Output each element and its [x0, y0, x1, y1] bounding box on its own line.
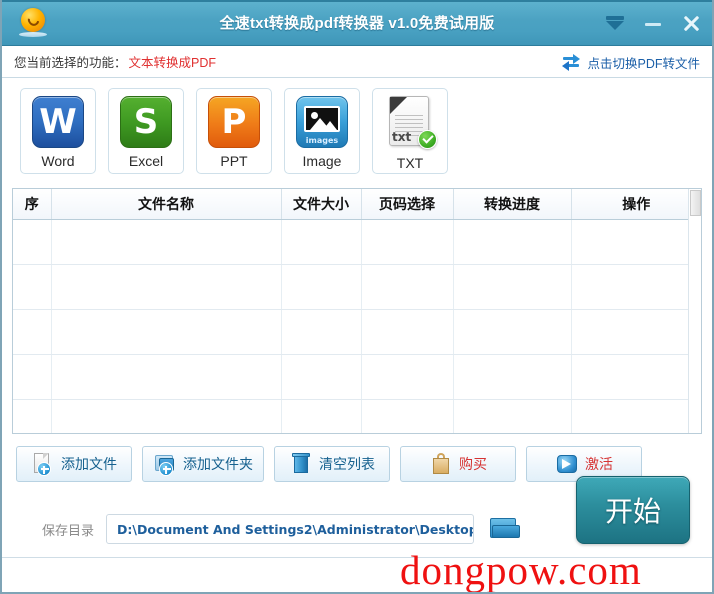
close-icon[interactable] — [680, 12, 702, 34]
format-label-excel: Excel — [128, 153, 164, 169]
app-orb-logo-icon — [16, 6, 50, 40]
activate-label: 激活 — [585, 457, 613, 473]
folder-plus-icon — [153, 452, 177, 476]
file-list-table[interactable]: 序 文件名称 文件大小 页码选择 转换进度 操作 — [12, 188, 702, 434]
format-button-txt[interactable]: txt TXT — [372, 88, 448, 174]
table-body — [13, 219, 701, 433]
file-plus-icon — [31, 452, 55, 476]
column-header-progress[interactable]: 转换进度 — [453, 189, 572, 220]
format-button-image[interactable]: images Image — [284, 88, 360, 174]
format-button-excel[interactable]: S Excel — [108, 88, 184, 174]
column-header-index[interactable]: 序 — [13, 189, 52, 220]
bottom-divider — [2, 557, 712, 558]
column-header-pages[interactable]: 页码选择 — [361, 189, 454, 220]
action-button-bar: 添加文件 添加文件夹 清空列表 购买 激活 — [2, 434, 712, 482]
add-folder-label: 添加文件夹 — [183, 457, 253, 473]
purchase-label: 购买 — [459, 457, 487, 473]
table-row[interactable] — [13, 264, 701, 310]
shopping-bag-icon — [429, 452, 453, 476]
format-label-txt: TXT — [396, 155, 424, 171]
word-icon: W — [32, 96, 84, 148]
clear-list-button[interactable]: 清空列表 — [274, 446, 390, 482]
image-icon-sublabel: images — [305, 136, 339, 145]
table-row[interactable] — [13, 354, 701, 400]
title-bar[interactable]: 全速txt转换成pdf转换器 v1.0免费试用版 — [2, 0, 712, 46]
switch-mode-link[interactable]: 点击切换PDF转文件 — [561, 46, 700, 78]
trash-icon — [289, 452, 313, 476]
format-button-word[interactable]: W Word — [20, 88, 96, 174]
window-controls — [604, 0, 702, 46]
application-window: 全速txt转换成pdf转换器 v1.0免费试用版 您当前选择的功能： 文本转换成… — [0, 0, 714, 594]
table-row[interactable] — [13, 399, 701, 433]
table-row[interactable] — [13, 219, 701, 265]
current-function-value: 文本转换成PDF — [128, 56, 217, 70]
save-directory-label: 保存目录 — [42, 522, 95, 538]
column-header-action[interactable]: 操作 — [571, 189, 701, 220]
table-header-row: 序 文件名称 文件大小 页码选择 转换进度 操作 — [13, 189, 701, 220]
excel-icon: S — [120, 96, 172, 148]
start-button[interactable]: 开始 — [576, 476, 690, 544]
table-vertical-scrollbar[interactable] — [688, 189, 701, 433]
add-folder-button[interactable]: 添加文件夹 — [142, 446, 264, 482]
scrollbar-thumb[interactable] — [690, 190, 701, 216]
folder-open-icon[interactable] — [488, 514, 522, 544]
current-function-label: 您当前选择的功能： — [14, 56, 127, 70]
txt-icon: txt — [385, 96, 437, 150]
format-label-word: Word — [41, 153, 75, 169]
save-directory-input[interactable]: D:\Document And Settings2\Administrator\… — [106, 514, 475, 544]
txt-icon-sublabel: txt — [392, 130, 412, 144]
format-selector: W Word S Excel P PPT images Image txt TX… — [2, 78, 712, 182]
purchase-button[interactable]: 购买 — [400, 446, 516, 482]
swap-arrows-icon — [561, 54, 581, 71]
function-subheader: 您当前选择的功能： 文本转换成PDF 点击切换PDF转文件 — [2, 46, 712, 78]
format-label-ppt: PPT — [220, 153, 248, 169]
add-file-button[interactable]: 添加文件 — [16, 446, 132, 482]
switch-mode-label: 点击切换PDF转文件 — [587, 56, 700, 71]
table-row[interactable] — [13, 309, 701, 355]
start-button-label: 开始 — [604, 495, 661, 528]
column-header-filesize[interactable]: 文件大小 — [281, 189, 362, 220]
output-bar: 保存目录 D:\Document And Settings2\Administr… — [2, 476, 712, 562]
clear-list-label: 清空列表 — [319, 457, 375, 473]
minimize-icon[interactable] — [642, 12, 664, 34]
column-header-filename[interactable]: 文件名称 — [51, 189, 282, 220]
format-button-ppt[interactable]: P PPT — [196, 88, 272, 174]
chevron-down-icon[interactable] — [604, 12, 626, 34]
ppt-icon: P — [208, 96, 260, 148]
image-icon: images — [296, 96, 348, 148]
add-file-label: 添加文件 — [61, 457, 117, 473]
selected-check-icon — [418, 130, 437, 149]
activate-icon — [555, 452, 579, 476]
format-label-image: Image — [302, 153, 342, 169]
